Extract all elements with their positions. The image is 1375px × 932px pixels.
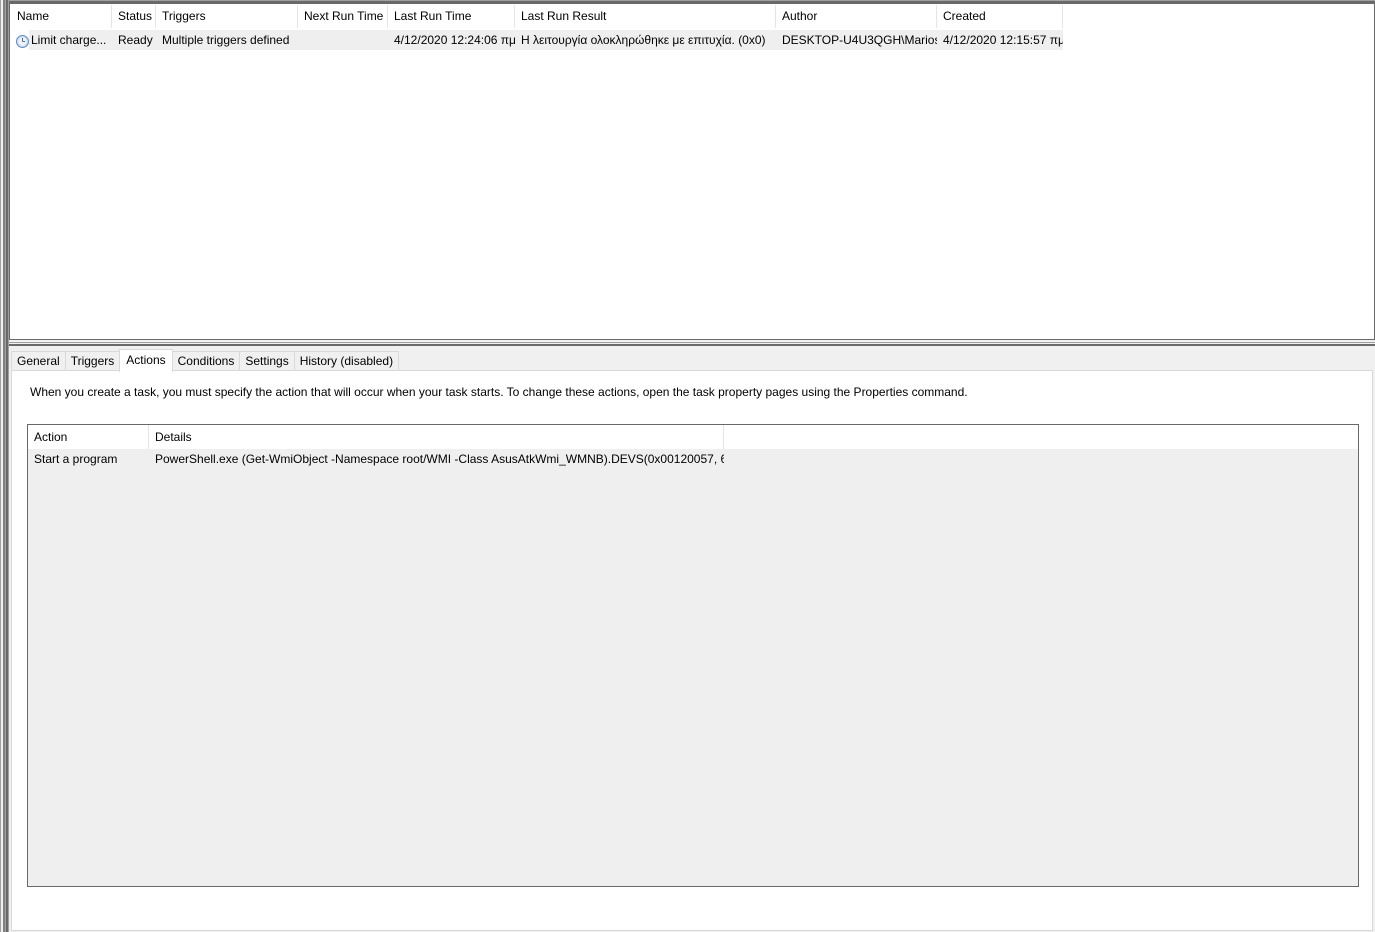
actions-list[interactable]: Action Details Start a program PowerShel…	[27, 424, 1359, 887]
action-row[interactable]: Start a program PowerShell.exe (Get-WmiO…	[28, 449, 1358, 469]
task-status: Ready	[112, 30, 156, 50]
actions-list-header: Action Details	[28, 425, 1358, 449]
header-filler	[724, 425, 1358, 449]
task-name: Limit charge...	[29, 30, 112, 50]
task-name-cell[interactable]: Limit charge...	[11, 30, 112, 50]
column-header-created[interactable]: Created	[937, 5, 1063, 28]
tab-general[interactable]: General	[11, 351, 66, 371]
column-header-name[interactable]: Name	[11, 5, 112, 28]
task-clock-icon	[16, 34, 29, 48]
action-type: Start a program	[28, 449, 149, 469]
tab-settings[interactable]: Settings	[239, 351, 295, 371]
tab-actions[interactable]: Actions	[119, 349, 173, 372]
task-next-run-time	[298, 30, 388, 50]
tab-history[interactable]: History (disabled)	[293, 351, 400, 371]
actions-description: When you create a task, you must specify…	[30, 385, 968, 399]
actions-tab-panel: When you create a task, you must specify…	[11, 370, 1373, 931]
task-row[interactable]: Limit charge... Ready Multiple triggers …	[11, 30, 1063, 50]
detail-tabs: General Triggers Actions Conditions Sett…	[11, 349, 400, 372]
tab-conditions[interactable]: Conditions	[171, 351, 241, 371]
column-header-action[interactable]: Action	[28, 425, 149, 449]
task-last-run-time: 4/12/2020 12:24:06 πμ	[388, 30, 515, 50]
task-list-header: Name Status Triggers Next Run Time Last …	[11, 5, 1063, 28]
pane-splitter[interactable]	[9, 340, 1375, 347]
tab-triggers[interactable]: Triggers	[64, 351, 121, 371]
window-left-border	[0, 0, 9, 932]
column-header-last-run-time[interactable]: Last Run Time	[388, 5, 515, 28]
column-header-last-run-result[interactable]: Last Run Result	[515, 5, 776, 28]
column-header-triggers[interactable]: Triggers	[156, 5, 298, 28]
column-header-next-run-time[interactable]: Next Run Time	[298, 5, 388, 28]
column-header-author[interactable]: Author	[776, 5, 937, 28]
column-header-status[interactable]: Status	[112, 5, 156, 28]
task-created: 4/12/2020 12:15:57 πμ	[937, 30, 1063, 50]
task-author: DESKTOP-U4U3QGH\Marios	[776, 30, 937, 50]
column-header-details[interactable]: Details	[149, 425, 724, 449]
task-last-run-result: Η λειτουργία ολοκληρώθηκε με επιτυχία. (…	[515, 30, 776, 50]
action-details: PowerShell.exe (Get-WmiObject -Namespace…	[149, 449, 724, 469]
task-list[interactable]: Name Status Triggers Next Run Time Last …	[9, 3, 1375, 340]
task-triggers: Multiple triggers defined	[156, 30, 298, 50]
